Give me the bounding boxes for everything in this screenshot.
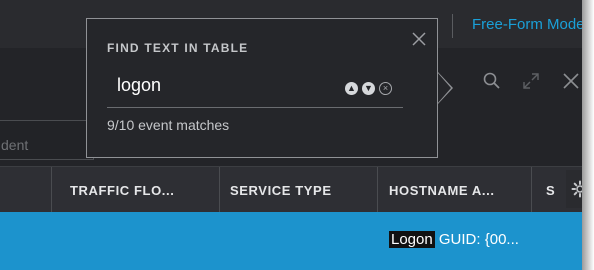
close-icon[interactable]	[411, 31, 427, 51]
column-header-previous[interactable]	[0, 167, 52, 212]
column-header-hostname[interactable]: HOSTNAME A...	[378, 167, 532, 212]
find-text-dialog: FIND TEXT IN TABLE logon ▲ ▼ × 9/10 even…	[86, 18, 438, 158]
table-row-selected[interactable]: Logon GUID: {00...	[0, 212, 582, 270]
close-icon[interactable]	[562, 72, 580, 95]
clear-search-icon[interactable]: ×	[379, 82, 392, 95]
dialog-pointer-fill	[437, 72, 451, 104]
search-icon[interactable]	[483, 72, 501, 95]
event-table-view: Free-Form Mode dent TRAFFIC FLO... SERVI…	[0, 0, 594, 270]
column-header-truncated[interactable]: S	[532, 167, 566, 212]
next-match-arrow-icon[interactable]: ▼	[362, 82, 375, 95]
column-header-service-type[interactable]: SERVICE TYPE	[220, 167, 378, 212]
previous-match-arrow-icon[interactable]: ▲	[345, 82, 358, 95]
free-form-mode-link[interactable]: Free-Form Mode	[472, 16, 585, 33]
hostname-cell: Logon GUID: {00...	[389, 231, 519, 248]
expand-icon[interactable]	[522, 72, 540, 95]
column-header-traffic-flow[interactable]: TRAFFIC FLO...	[52, 167, 220, 212]
search-match-highlight: Logon	[389, 231, 435, 248]
find-text-input[interactable]: logon	[117, 75, 161, 96]
dialog-title: FIND TEXT IN TABLE	[107, 41, 249, 55]
hostname-cell-rest: GUID: {00...	[434, 231, 519, 248]
table-header: TRAFFIC FLO... SERVICE TYPE HOSTNAME A..…	[0, 166, 582, 212]
window-edge-shadow	[582, 0, 594, 270]
match-count-status: 9/10 event matches	[107, 117, 230, 133]
filter-input-value: dent	[1, 137, 29, 153]
input-underline	[107, 107, 403, 108]
filter-input[interactable]: dent	[0, 120, 94, 160]
divider	[452, 14, 453, 38]
